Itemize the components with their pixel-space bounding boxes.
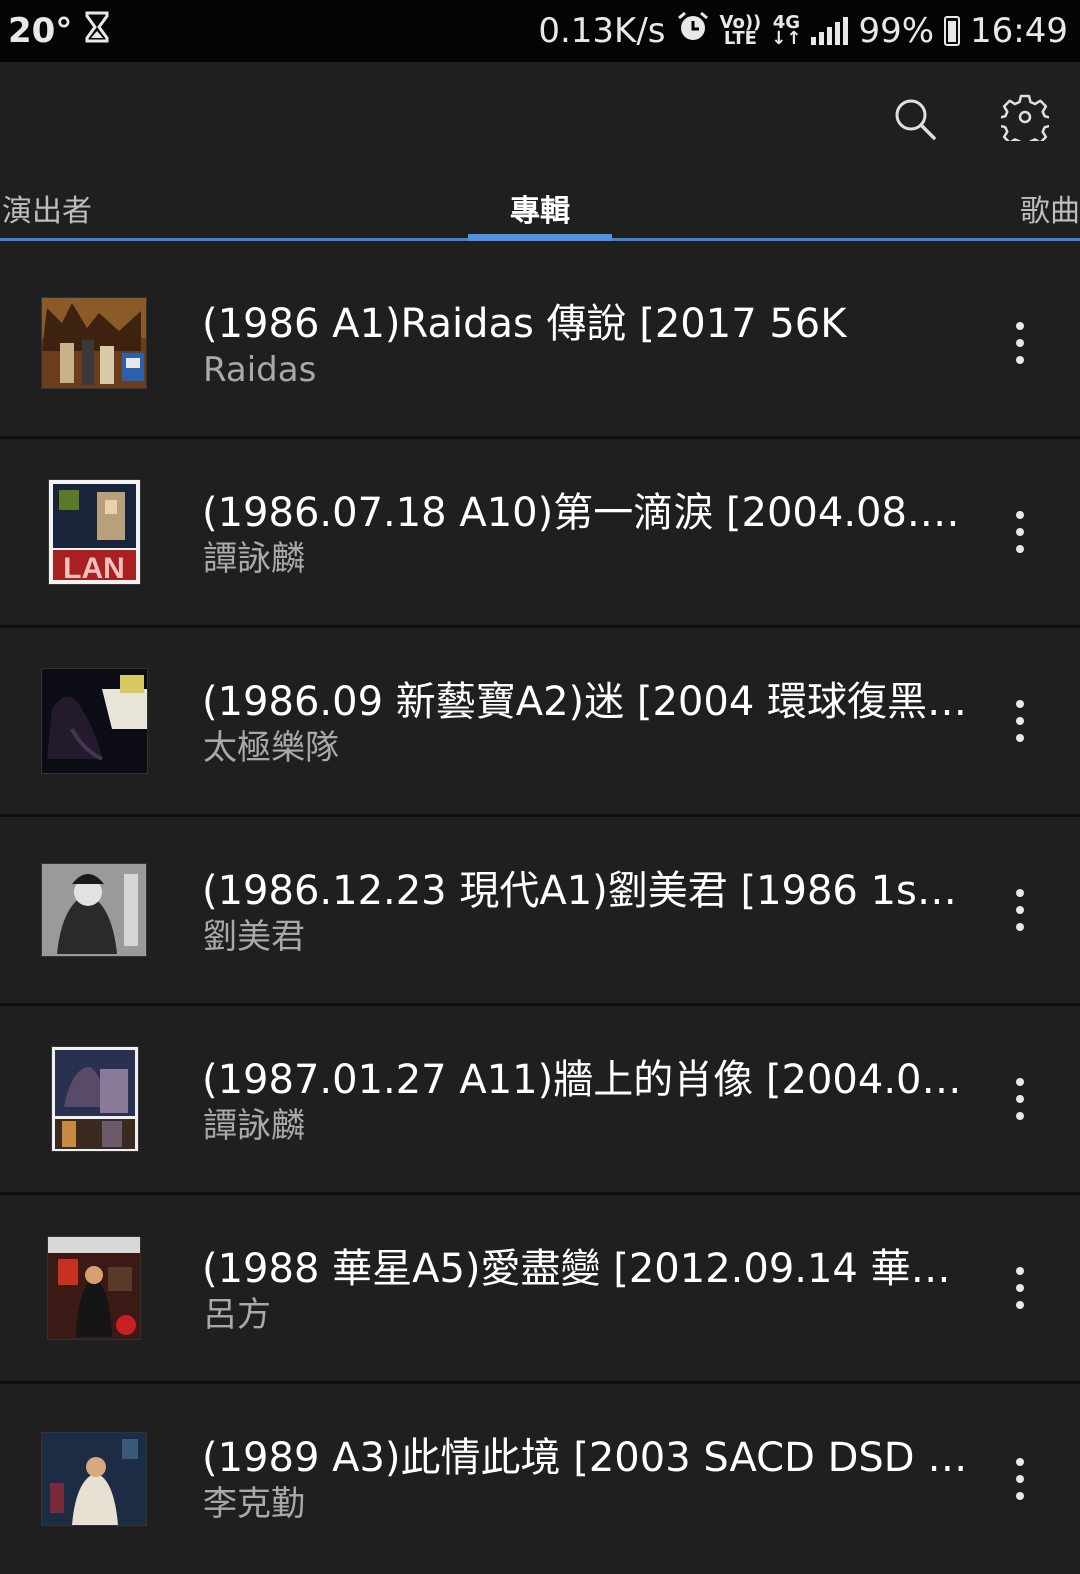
more-options-icon[interactable] xyxy=(1000,1006,1040,1192)
tab-albums[interactable]: 專輯 xyxy=(510,177,570,239)
svg-text:LAN: LAN xyxy=(63,552,125,584)
search-icon[interactable] xyxy=(885,89,945,149)
album-cover xyxy=(42,864,146,956)
tab-artists[interactable]: 演出者 xyxy=(2,177,92,239)
list-item[interactable]: LAN (1986.07.18 A10)第一滴淚 [2004.08.27 環球復… xyxy=(0,439,1080,628)
more-options-icon[interactable] xyxy=(1000,817,1040,1003)
list-item[interactable]: (1986.12.23 現代A1)劉美君 [1986 1st press] 劉美… xyxy=(0,817,1080,1006)
more-options-icon[interactable] xyxy=(1000,1195,1040,1381)
album-cover xyxy=(52,1047,138,1151)
more-options-icon[interactable] xyxy=(1000,628,1040,814)
album-artist: 劉美君 xyxy=(203,917,305,957)
tab-indicator xyxy=(468,234,612,241)
status-bar: 20° 0.13K/s Vo)) LTE 4G ↓↑ 99% 16:49 xyxy=(0,0,1080,62)
album-title: (1986 A1)Raidas 傳說 [2017 56K xyxy=(202,301,847,347)
list-item[interactable]: (1989 A3)此情此境 [2003 SACD DSD GOLD] 李克勤 xyxy=(0,1384,1080,1550)
list-item[interactable]: (1986 A1)Raidas 傳說 [2017 56K Raidas xyxy=(0,250,1080,439)
network-type: 4G ↓↑ xyxy=(771,12,802,49)
tab-songs[interactable]: 歌曲 xyxy=(1020,177,1080,239)
album-artist: 李克勤 xyxy=(203,1484,305,1524)
more-options-icon[interactable] xyxy=(1000,250,1040,436)
album-artist: 太極樂隊 xyxy=(203,728,339,768)
album-title: (1986.09 新藝寶A2)迷 [2004 環球復黑王] xyxy=(202,679,972,725)
album-title: (1986.12.23 現代A1)劉美君 [1986 1st press] xyxy=(202,868,972,914)
album-cover xyxy=(48,1237,140,1339)
network-speed: 0.13K/s xyxy=(538,11,666,51)
album-artist: 呂方 xyxy=(203,1295,271,1335)
temperature: 20° xyxy=(8,11,73,51)
album-cover xyxy=(42,1433,146,1525)
album-artist: Raidas xyxy=(203,350,317,390)
volte-indicator: Vo)) LTE xyxy=(719,12,762,49)
album-cover xyxy=(42,298,146,388)
hourglass-icon xyxy=(84,11,110,52)
album-artist: 譚詠麟 xyxy=(203,1106,305,1146)
album-title: (1987.01.27 A11)牆上的肖像 [2004.09.17 環球復黑王] xyxy=(202,1057,972,1103)
toolbar xyxy=(0,62,1080,177)
album-cover xyxy=(42,669,147,773)
album-title: (1988 華星A5)愛盡變 [2012.09.14 華星40週年] xyxy=(202,1246,972,1292)
clock: 16:49 xyxy=(970,11,1068,51)
alarm-icon xyxy=(676,10,710,53)
battery-icon xyxy=(944,16,961,46)
album-title: (1989 A3)此情此境 [2003 SACD DSD GOLD] xyxy=(202,1435,972,1481)
battery-percent: 99% xyxy=(858,11,935,51)
album-artist: 譚詠麟 xyxy=(203,539,305,579)
more-options-icon[interactable] xyxy=(1000,439,1040,625)
album-list: (1986 A1)Raidas 傳說 [2017 56K Raidas LAN … xyxy=(0,250,1080,1550)
list-item[interactable]: (1987.01.27 A11)牆上的肖像 [2004.09.17 環球復黑王]… xyxy=(0,1006,1080,1195)
more-options-icon[interactable] xyxy=(1000,1384,1040,1574)
list-item[interactable]: (1986.09 新藝寶A2)迷 [2004 環球復黑王] 太極樂隊 xyxy=(0,628,1080,817)
album-cover: LAN xyxy=(49,480,140,584)
signal-icon xyxy=(811,17,849,45)
gear-icon[interactable] xyxy=(995,87,1055,147)
album-title: (1986.07.18 A10)第一滴淚 [2004.08.27 環球復黑王] xyxy=(202,490,972,536)
list-item[interactable]: (1988 華星A5)愛盡變 [2012.09.14 華星40週年] 呂方 xyxy=(0,1195,1080,1384)
